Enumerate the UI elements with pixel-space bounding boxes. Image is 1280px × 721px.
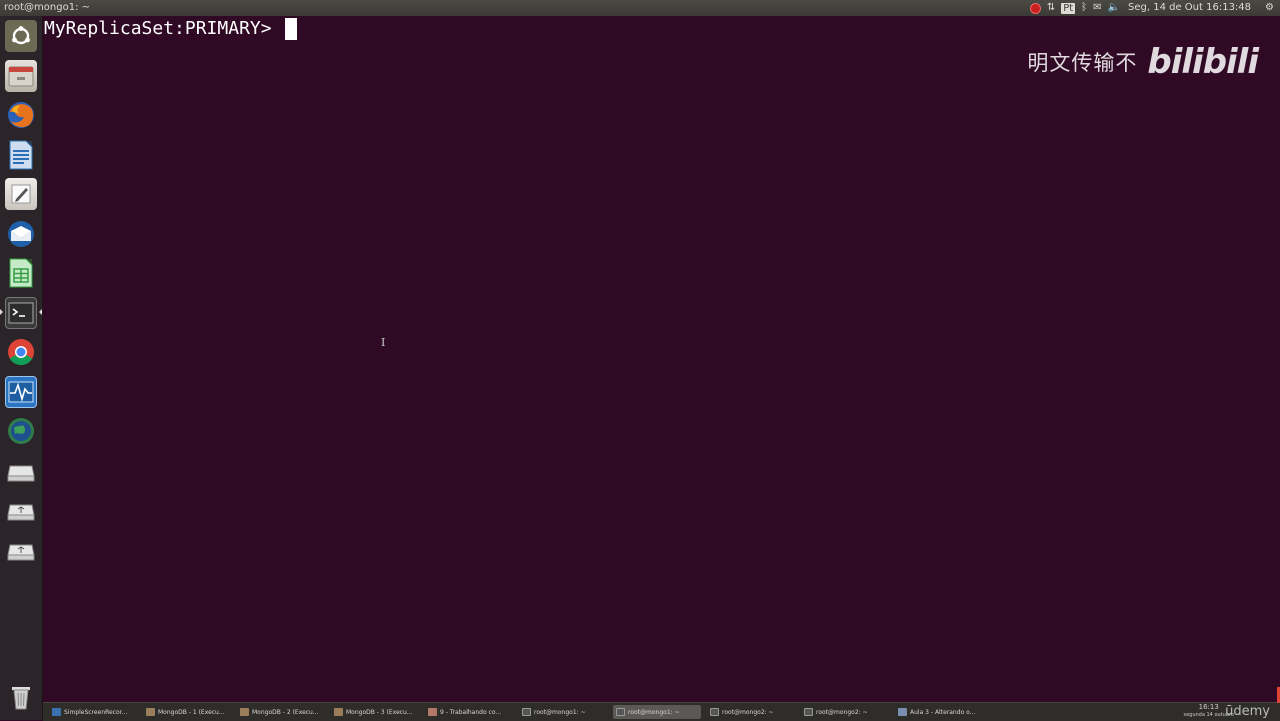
watermark: 明文传输不 bilibili [1027,42,1259,82]
mongo-prompt: MyReplicaSet:PRIMARY> [44,18,283,39]
terminal-window[interactable]: MyReplicaSet:PRIMARY> I 明文传输不 bilibili [43,16,1280,702]
virtualbox-icon [334,708,343,716]
gear-icon[interactable]: ⚙ [1265,0,1274,16]
mouse-ibeam-cursor: I [381,336,386,349]
keyboard-layout-indicator[interactable]: Pt [1061,2,1076,14]
chrome-icon[interactable] [5,336,37,368]
bluetooth-icon[interactable]: ᛒ [1081,0,1087,16]
terminal-prompt-line[interactable]: MyReplicaSet:PRIMARY> [44,18,298,40]
ubuntu-dash-icon[interactable] [5,20,37,52]
volume-icon[interactable]: 🔈 [1108,0,1120,16]
terminal-small-icon [616,708,625,716]
document-icon [898,708,907,716]
terminal-small-icon [522,708,531,716]
network-globe-icon[interactable] [5,415,37,447]
top-panel: root@mongo1: ~ ⇅ Pt ᛒ ✉ 🔈 Seg, 14 de Out… [0,0,1280,16]
taskbar-item-simplescreenrecorder[interactable]: SimpleScreenRecor... [49,705,137,719]
taskbar-item-root-mongo1-b[interactable]: root@mongo1: ~ [613,705,701,719]
recorder-icon [52,708,61,716]
document-icon [428,708,437,716]
libreoffice-writer-icon[interactable] [5,139,37,171]
network-arrows-icon[interactable]: ⇅ [1047,0,1055,16]
taskbar-item-mongodb-2[interactable]: MongoDB - 2 (Execu... [237,705,325,719]
focused-indicator [39,309,42,315]
usb-drive-icon-2[interactable] [5,534,37,566]
taskbar-item-mongodb-1[interactable]: MongoDB - 1 (Execu... [143,705,231,719]
terminal-icon[interactable] [5,297,37,329]
taskbar-item-mongodb-3[interactable]: MongoDB - 3 (Execu... [331,705,419,719]
terminal-small-icon [710,708,719,716]
window-title: root@mongo1: ~ [4,2,91,13]
libreoffice-calc-icon[interactable] [5,257,37,289]
system-monitor-icon[interactable] [5,376,37,408]
udemy-logo: ūdemy [1225,704,1270,719]
virtualbox-icon [240,708,249,716]
system-tray: ⇅ Pt ᛒ ✉ 🔈 Seg, 14 de Out 16:13:48 ⚙ [1024,0,1280,16]
taskbar-item-root-mongo2-a[interactable]: root@mongo2: ~ [707,705,795,719]
taskbar-item-root-mongo1-a[interactable]: root@mongo1: ~ [519,705,607,719]
trash-icon[interactable] [5,680,37,712]
firefox-icon[interactable] [5,99,37,131]
mail-icon[interactable]: ✉ [1093,0,1101,16]
launcher [0,16,43,720]
bilibili-logo: bilibili [1147,42,1259,82]
thunderbird-icon[interactable] [5,218,37,250]
drive-icon[interactable] [5,455,37,487]
watermark-text: 明文传输不 [1027,51,1138,75]
record-indicator-icon[interactable] [1029,2,1041,14]
running-indicator [0,309,3,315]
clock[interactable]: Seg, 14 de Out 16:13:48 [1128,0,1251,16]
files-icon[interactable] [5,60,37,92]
taskbar: SimpleScreenRecor... MongoDB - 1 (Execu.… [43,687,1280,721]
taskbar-item-trabalhando[interactable]: 9 - Trabalhando co... [425,705,513,719]
text-cursor [285,18,298,40]
virtualbox-icon [146,708,155,716]
taskbar-item-root-mongo2-b[interactable]: root@mongo2: ~ [801,705,889,719]
text-editor-icon[interactable] [5,178,37,210]
taskbar-item-aula-3[interactable]: Aula 3 - Alterando o... [895,705,983,719]
usb-drive-icon[interactable] [5,494,37,526]
terminal-small-icon [804,708,813,716]
